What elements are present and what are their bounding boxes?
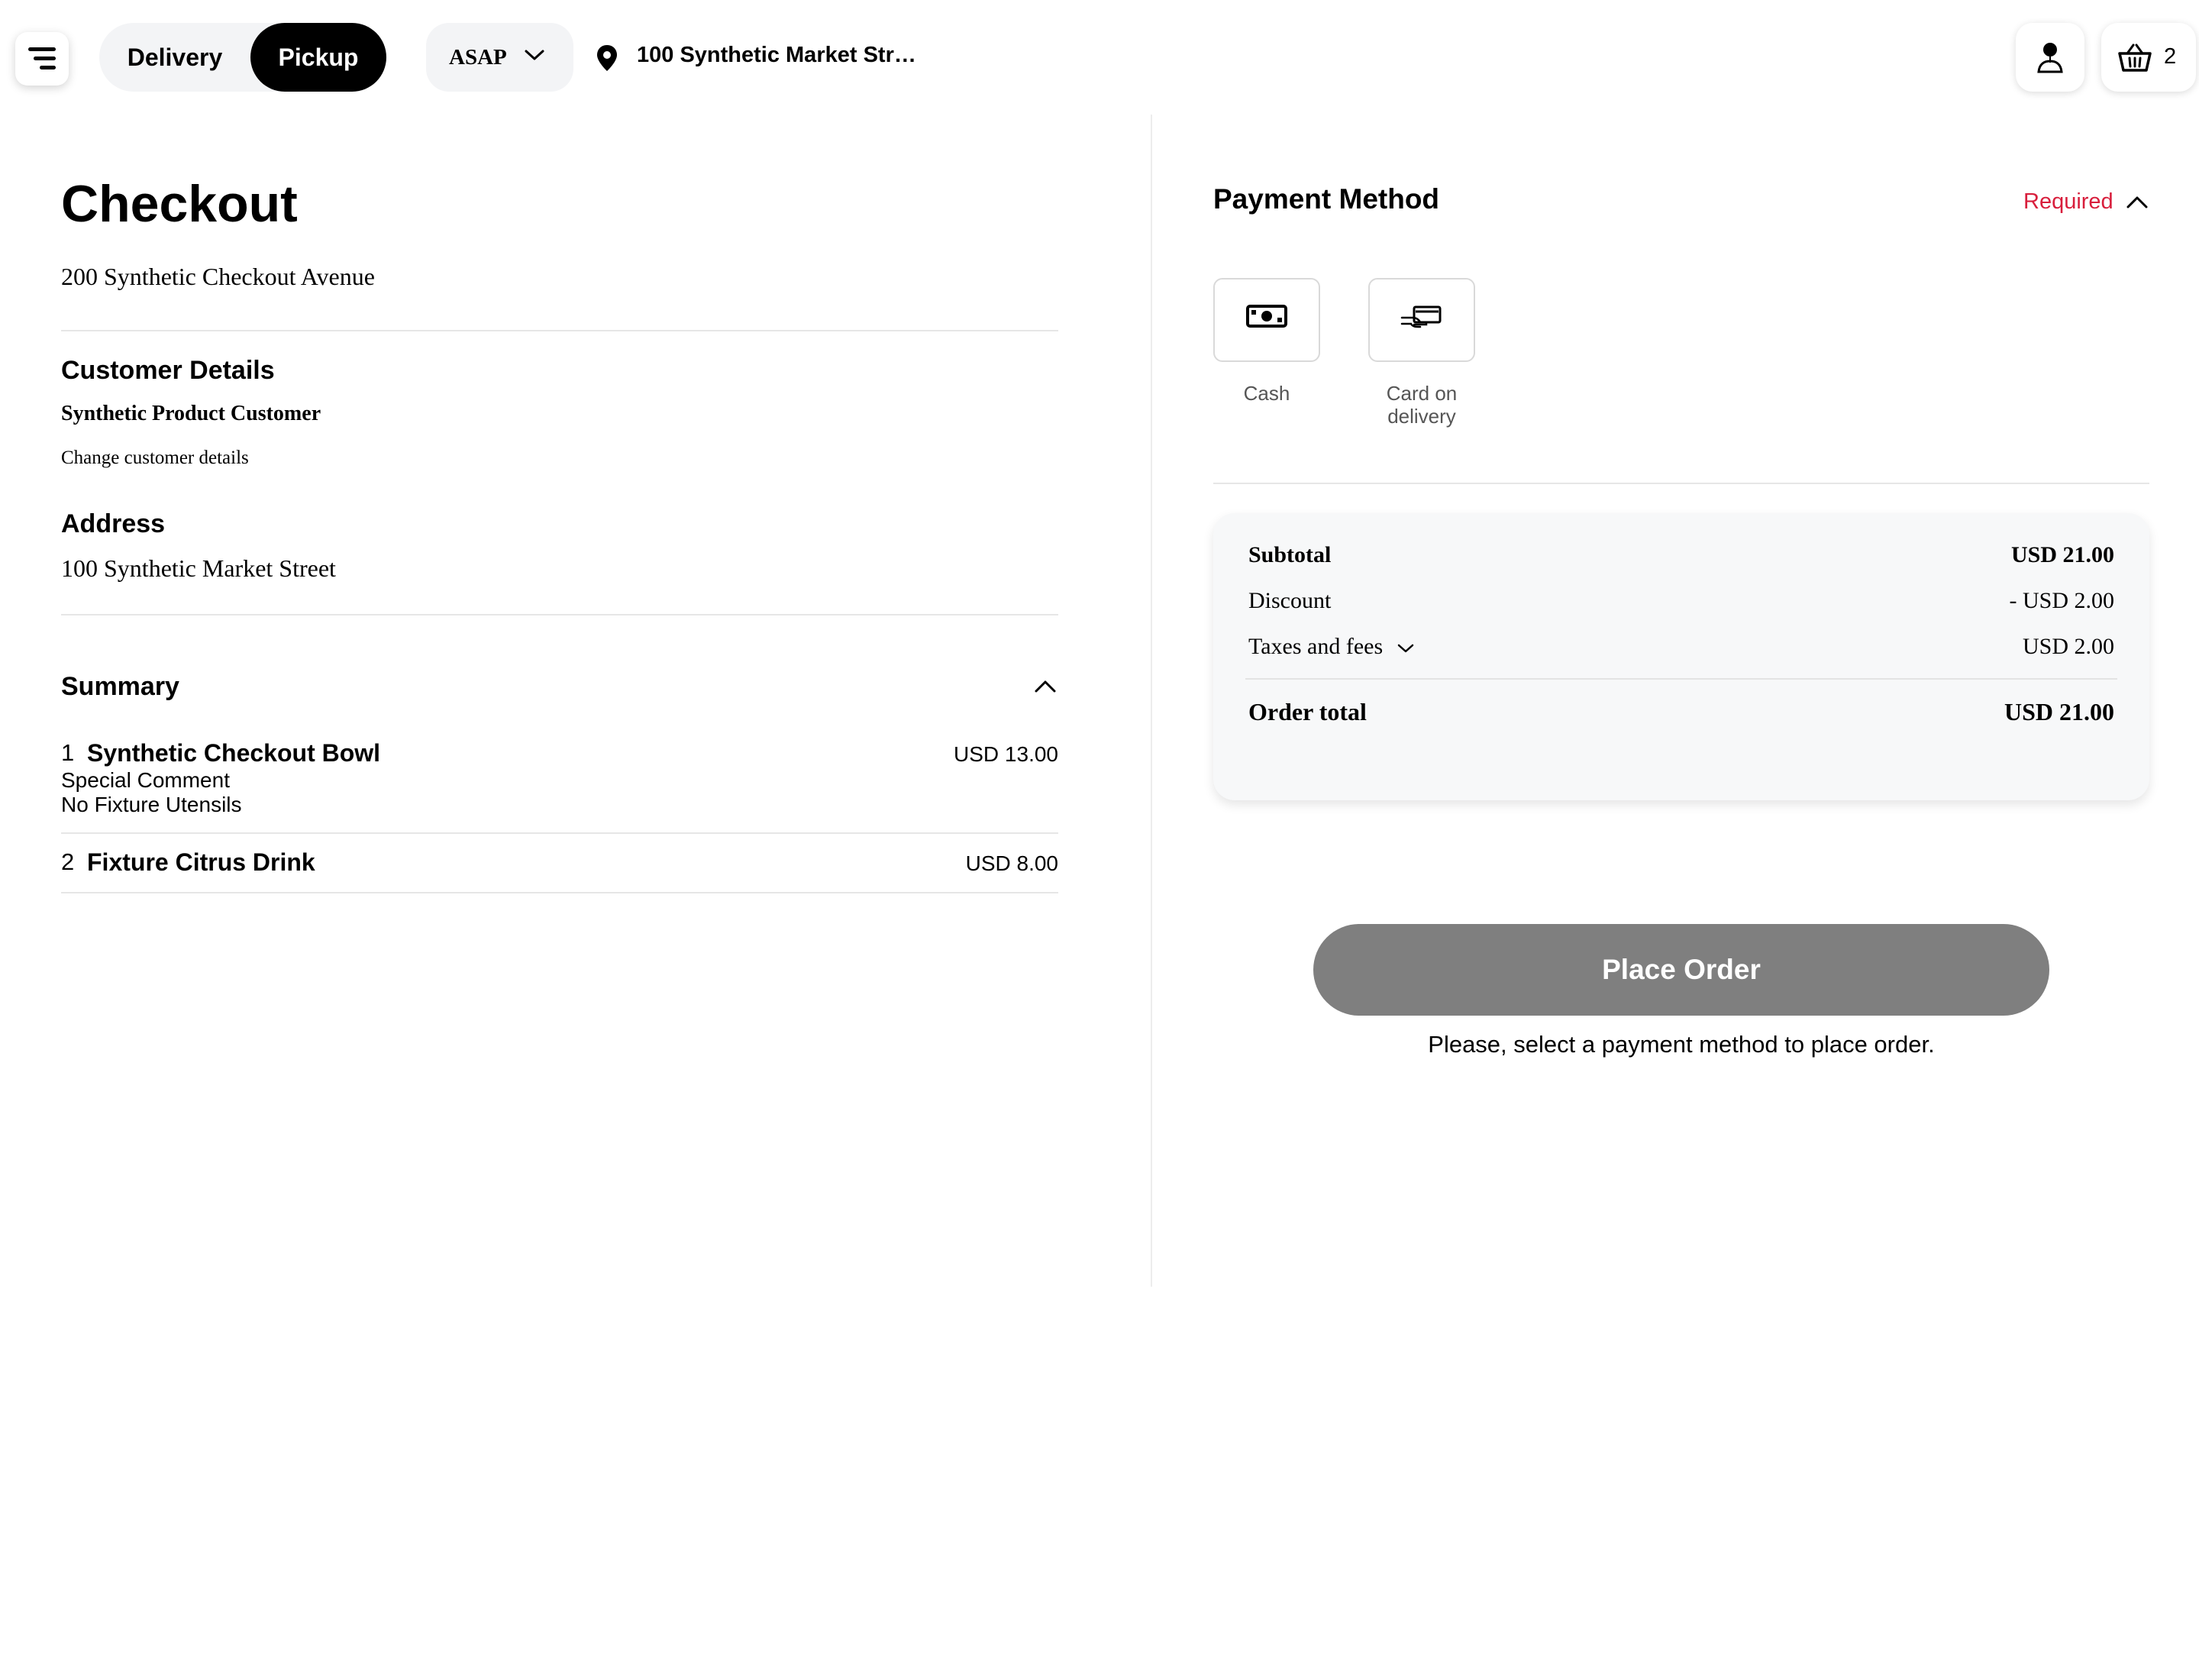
payment-option-cash[interactable] (1213, 278, 1320, 362)
chevron-up-icon[interactable] (1034, 678, 1057, 695)
menu-button[interactable] (15, 32, 69, 86)
time-select[interactable]: ASAP (426, 23, 573, 92)
chevron-down-icon (1397, 644, 1413, 653)
taxes-label: Taxes and fees (1248, 634, 1384, 659)
taxes-value: USD 2.00 (2022, 634, 2114, 659)
place-order-button[interactable]: Place Order (1313, 924, 2049, 1016)
item-modifier: Special Comment (61, 768, 230, 792)
order-total-value: USD 21.00 (2004, 698, 2114, 725)
discount-label: Discount (1248, 588, 1332, 613)
payment-method-heading: Payment Method (1213, 183, 1440, 215)
payment-option-label: Cash (1243, 382, 1290, 405)
divider (61, 832, 1058, 834)
cart-button[interactable]: 2 (2101, 23, 2196, 92)
item-price: USD 8.00 (965, 851, 1058, 875)
subtotal-label: Subtotal (1248, 542, 1332, 567)
checkout-page: Delivery Pickup ASAP 100 Synthetic Marke… (0, 0, 2199, 1680)
column-divider (1151, 115, 1152, 1287)
cart-count: 2 (2164, 44, 2177, 69)
required-label: Required (2023, 189, 2113, 214)
store-address: 200 Synthetic Checkout Avenue (61, 263, 375, 290)
item-modifier: No Fixture Utensils (61, 793, 242, 816)
customer-name: Synthetic Product Customer (61, 402, 321, 425)
order-mode-toggle: Delivery Pickup (99, 23, 386, 92)
user-icon (2037, 43, 2063, 73)
summary-item: 1 Synthetic Checkout Bowl USD 13.00 Spec… (61, 739, 1058, 823)
cash-icon (1246, 305, 1287, 328)
chevron-down-icon (525, 50, 544, 60)
summary-heading: Summary (61, 672, 179, 701)
item-name: Synthetic Checkout Bowl (87, 739, 381, 767)
delivery-option[interactable]: Delivery (99, 23, 250, 92)
taxes-toggle[interactable]: Taxes and fees (1248, 634, 1415, 660)
address-heading: Address (61, 509, 166, 538)
item-price: USD 13.00 (954, 742, 1058, 766)
delivery-address: 100 Synthetic Market Street (61, 554, 336, 582)
divider (61, 614, 1058, 615)
divider (61, 892, 1058, 893)
customer-details-heading: Customer Details (61, 356, 275, 385)
discount-value: - USD 2.00 (2009, 588, 2114, 613)
item-quantity: 1 (61, 739, 75, 766)
divider (61, 330, 1058, 331)
item-quantity: 2 (61, 848, 75, 875)
basket-icon (2118, 44, 2152, 72)
page-title: Checkout (61, 175, 298, 233)
location-pin-icon (597, 45, 617, 71)
time-value: ASAP (449, 45, 507, 69)
summary-item: 2 Fixture Citrus Drink USD 8.00 (61, 848, 1058, 879)
order-total-label: Order total (1248, 698, 1367, 725)
account-button[interactable] (2016, 23, 2084, 92)
payment-hint: Please, select a payment method to place… (1428, 1031, 1935, 1058)
payment-option-card-on-delivery[interactable] (1368, 278, 1475, 362)
chevron-up-icon[interactable] (2126, 194, 2149, 211)
card-on-delivery-icon (1400, 305, 1442, 328)
change-customer-details-link[interactable]: Change customer details (61, 447, 249, 469)
payment-option-label: Card on (1386, 382, 1458, 405)
divider (1245, 678, 2117, 680)
subtotal-value: USD 21.00 (2010, 542, 2114, 567)
location-selector[interactable]: 100 Synthetic Market Str… (637, 43, 916, 68)
order-totals-card: Subtotal USD 21.00 Discount - USD 2.00 T… (1213, 513, 2149, 800)
pickup-option[interactable]: Pickup (250, 23, 386, 92)
divider (1213, 483, 2149, 484)
item-name: Fixture Citrus Drink (87, 848, 315, 876)
payment-option-label: delivery (1387, 405, 1456, 428)
